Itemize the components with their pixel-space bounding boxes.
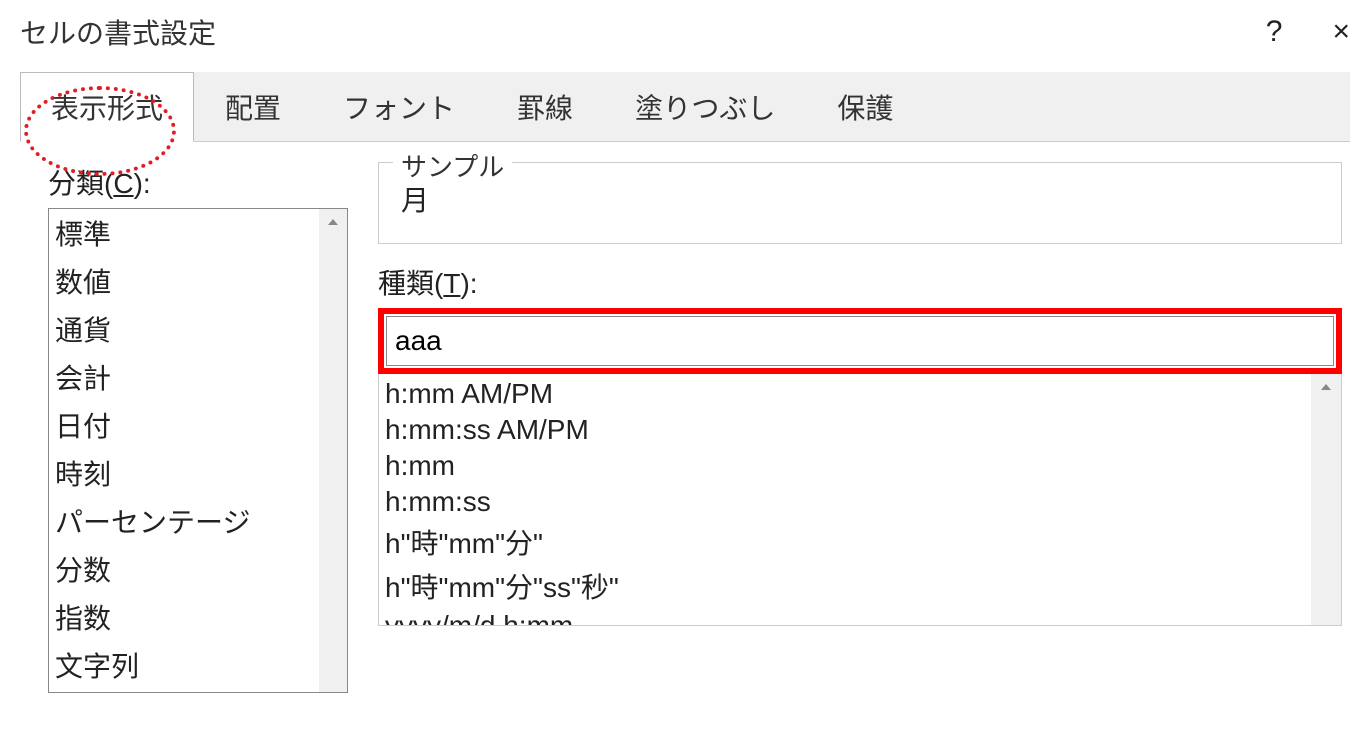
help-button[interactable]: ? — [1266, 15, 1283, 49]
category-item-standard[interactable]: 標準 — [49, 209, 319, 257]
category-item-time[interactable]: 時刻 — [49, 449, 319, 497]
category-item-accounting[interactable]: 会計 — [49, 353, 319, 401]
type-item[interactable]: h:mm AM/PM — [383, 376, 1307, 412]
scroll-up-icon[interactable] — [1311, 374, 1341, 400]
type-listbox[interactable]: h:mm AM/PM h:mm:ss AM/PM h:mm h:mm:ss h"… — [378, 374, 1342, 626]
titlebar-buttons: ? × — [1266, 15, 1350, 49]
category-scrollbar[interactable] — [319, 209, 347, 692]
scroll-up-icon[interactable] — [319, 209, 347, 235]
category-item-date[interactable]: 日付 — [49, 401, 319, 449]
type-scrollbar[interactable] — [1311, 374, 1341, 625]
category-column: 分類(C): 標準 数値 通貨 会計 日付 時刻 パーセンテージ 分数 指数 文… — [48, 162, 348, 693]
tab-font[interactable]: フォント — [312, 72, 486, 141]
category-item-number[interactable]: 数値 — [49, 257, 319, 305]
category-item-currency[interactable]: 通貨 — [49, 305, 319, 353]
tab-alignment[interactable]: 配置 — [194, 72, 312, 141]
type-item[interactable]: h"時"mm"分" — [383, 520, 1307, 564]
category-listbox[interactable]: 標準 数値 通貨 会計 日付 時刻 パーセンテージ 分数 指数 文字列 その他 … — [48, 208, 348, 693]
tab-fill[interactable]: 塗りつぶし — [604, 72, 806, 141]
content-area: 分類(C): 標準 数値 通貨 会計 日付 時刻 パーセンテージ 分数 指数 文… — [0, 142, 1370, 693]
tabs: 表示形式 配置 フォント 罫線 塗りつぶし 保護 — [20, 72, 1350, 142]
tabs-container: 表示形式 配置 フォント 罫線 塗りつぶし 保護 — [0, 72, 1370, 142]
type-item[interactable]: yyyy/m/d h:mm — [383, 608, 1307, 625]
sample-value: 月 — [397, 173, 1323, 225]
tab-number-format[interactable]: 表示形式 — [20, 72, 194, 142]
tab-border[interactable]: 罫線 — [486, 72, 604, 141]
details-column: サンプル 月 種類(T): h:mm AM/PM h:mm:ss AM/PM h… — [378, 162, 1342, 693]
category-item-fraction[interactable]: 分数 — [49, 545, 319, 593]
category-item-other[interactable]: その他 — [49, 689, 319, 692]
category-item-scientific[interactable]: 指数 — [49, 593, 319, 641]
type-label: 種類(T): — [378, 262, 1342, 302]
type-input[interactable] — [386, 316, 1334, 366]
format-cells-dialog: セルの書式設定 ? × 表示形式 配置 フォント 罫線 塗りつぶし 保護 分類(… — [0, 0, 1370, 747]
type-item[interactable]: h:mm:ss — [383, 484, 1307, 520]
type-item[interactable]: h:mm:ss AM/PM — [383, 412, 1307, 448]
dialog-title: セルの書式設定 — [20, 12, 216, 52]
sample-label: サンプル — [393, 147, 512, 184]
type-item[interactable]: h"時"mm"分"ss"秒" — [383, 564, 1307, 608]
type-input-highlight — [378, 308, 1342, 374]
type-item[interactable]: h:mm — [383, 448, 1307, 484]
tab-protection[interactable]: 保護 — [806, 72, 924, 141]
category-item-text[interactable]: 文字列 — [49, 641, 319, 689]
sample-box: サンプル 月 — [378, 162, 1342, 244]
category-label: 分類(C): — [48, 162, 348, 202]
type-items: h:mm AM/PM h:mm:ss AM/PM h:mm h:mm:ss h"… — [379, 374, 1311, 625]
titlebar: セルの書式設定 ? × — [0, 0, 1370, 72]
close-button[interactable]: × — [1332, 15, 1350, 49]
category-item-percentage[interactable]: パーセンテージ — [49, 497, 319, 545]
category-items: 標準 数値 通貨 会計 日付 時刻 パーセンテージ 分数 指数 文字列 その他 … — [49, 209, 319, 692]
